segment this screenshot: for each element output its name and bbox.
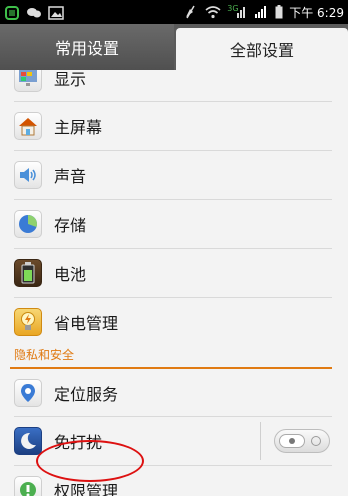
setting-label: 声音 <box>54 167 87 186</box>
battery-settings-icon <box>14 259 42 287</box>
highlight-oval <box>36 440 144 482</box>
setting-label: 存储 <box>54 216 87 235</box>
setting-label: 电池 <box>54 265 87 284</box>
toggle-off-indicator <box>311 436 321 446</box>
do-not-disturb-icon <box>14 427 42 455</box>
storage-icon <box>14 210 42 238</box>
signal-icon <box>253 5 269 19</box>
setting-item-power-saving[interactable]: 省电管理 <box>0 298 348 346</box>
mute-icon <box>183 5 199 19</box>
tab-all-settings[interactable]: 全部设置 <box>176 28 348 70</box>
setting-label: 主屏幕 <box>54 118 103 137</box>
do-not-disturb-toggle[interactable] <box>274 429 330 453</box>
setting-label: 省电管理 <box>54 314 119 333</box>
setting-item-storage[interactable]: 存储 <box>0 200 348 248</box>
settings-list: 显示 主屏幕 声音 存储 电池 省电管理 隐私和安全 定位服务 免打扰 权限管理 <box>0 70 348 496</box>
clock: 下午 6:29 <box>289 5 344 20</box>
settings-tabs: 常用设置 全部设置 <box>0 24 348 70</box>
tab-common-settings[interactable]: 常用设置 <box>0 24 174 70</box>
setting-item-sound[interactable]: 声音 <box>0 151 348 199</box>
setting-item-battery[interactable]: 电池 <box>0 249 348 297</box>
setting-label: 定位服务 <box>54 385 119 404</box>
setting-item-home-screen[interactable]: 主屏幕 <box>0 102 348 150</box>
battery-icon <box>275 5 283 19</box>
section-title-privacy-security: 隐私和安全 <box>14 348 75 362</box>
image-icon <box>48 5 64 20</box>
app-icon <box>4 5 20 20</box>
permissions-icon <box>14 476 42 496</box>
setting-item-display[interactable]: 显示 <box>0 70 348 102</box>
toggle-knob <box>279 434 305 448</box>
setting-label: 显示 <box>54 70 87 89</box>
wifi-icon <box>205 5 221 19</box>
signal-3g-icon: 3G <box>227 5 247 19</box>
location-icon <box>14 379 42 407</box>
home-screen-icon <box>14 112 42 140</box>
setting-item-location[interactable]: 定位服务 <box>0 369 348 417</box>
power-saving-icon <box>14 308 42 336</box>
status-bar: 3G 下午 6:29 <box>0 0 348 24</box>
message-icon <box>26 5 42 19</box>
toggle-separator <box>260 422 261 460</box>
sound-icon <box>14 161 42 189</box>
display-icon <box>14 70 42 92</box>
